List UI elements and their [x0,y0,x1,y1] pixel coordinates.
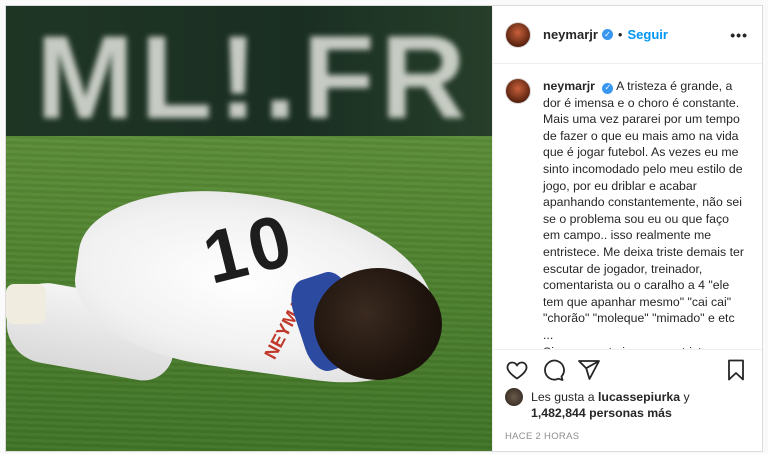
player-shoe [6,284,46,324]
post-timestamp[interactable]: HACE 2 HORAS [493,421,762,451]
caption-avatar[interactable] [505,78,531,104]
likes-text: Les gusta a lucassepiurka y 1,482,844 pe… [531,389,690,421]
caption-text: A tristeza é grande, a dor é imensa e o … [543,79,744,349]
caption: neymarjr ✓ A tristeza é grande, a dor é … [543,78,748,349]
post-sidebar: neymarjr ✓ • Seguir ••• neymarjr ✓ A tri… [492,6,762,451]
username-link[interactable]: neymarjr [543,27,598,42]
liker-username-link[interactable]: lucassepiurka [598,390,680,404]
likes-connector: y [683,390,690,404]
verified-badge-icon: ✓ [601,29,613,40]
caption-area: neymarjr ✓ A tristeza é grande, a dor é … [493,64,762,349]
action-bar [493,349,762,389]
caption-username-link[interactable]: neymarjr [543,79,595,93]
share-icon[interactable] [577,358,601,382]
player-head [314,268,442,380]
likes-prefix: Les gusta a [531,390,595,404]
likes-count-link[interactable]: 1,482,844 personas más [531,406,672,420]
likes-summary: Les gusta a lucassepiurka y 1,482,844 pe… [493,388,762,421]
instagram-post: ML!.FR 10 NEYMAR neymarjr ✓ • Seguir •••… [5,5,763,452]
banner-text: ML!.FR [36,12,472,144]
separator-dot: • [617,27,623,42]
avatar[interactable] [505,21,531,48]
stadium-banner: ML!.FR [6,6,492,144]
post-header: neymarjr ✓ • Seguir ••• [493,6,762,64]
more-options-icon[interactable]: ••• [730,27,748,43]
liker-avatar[interactable] [505,388,523,406]
caption-verified-icon: ✓ [602,82,614,94]
post-photo[interactable]: ML!.FR 10 NEYMAR [6,6,492,451]
save-icon[interactable] [724,358,748,382]
comment-icon[interactable] [541,358,565,382]
heart-icon[interactable] [505,358,529,382]
follow-button[interactable]: Seguir [627,27,667,42]
